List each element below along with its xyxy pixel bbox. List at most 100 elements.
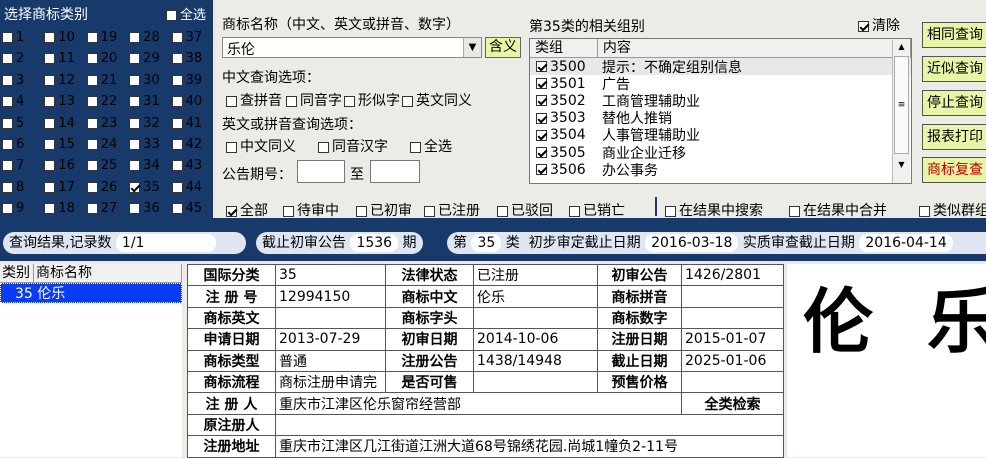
option-cn_options-1[interactable]: 同音字: [286, 93, 342, 109]
class-checkbox-19[interactable]: 19: [86, 27, 129, 48]
class-checkbox-4[interactable]: 4: [2, 91, 44, 112]
meaning-button[interactable]: 含义: [485, 37, 521, 58]
class-checkbox-10[interactable]: 10: [44, 27, 86, 48]
detail-value: 伦乐: [473, 285, 598, 308]
checkbox-icon: [2, 138, 13, 150]
class-checkbox-5[interactable]: 5: [2, 113, 44, 134]
class-checkbox-42[interactable]: 42: [171, 134, 214, 155]
class-checkbox-31[interactable]: 31: [129, 91, 171, 112]
checkbox-icon: [44, 160, 56, 172]
class-checkbox-23[interactable]: 23: [86, 113, 129, 134]
class-checkbox-7[interactable]: 7: [2, 155, 44, 176]
checkbox-icon: [86, 160, 98, 172]
class-checkbox-43[interactable]: 43: [171, 155, 214, 176]
table-row[interactable]: 3500 提示：不确定组别信息: [530, 58, 911, 76]
class-checkbox-6[interactable]: 6: [2, 134, 44, 155]
class-checkbox-21[interactable]: 21: [86, 70, 129, 91]
trademark-review-button[interactable]: 商标复查: [922, 157, 986, 183]
class-checkbox-32[interactable]: 32: [129, 113, 171, 134]
table-row[interactable]: 3506 办公事务: [530, 161, 911, 179]
result-filter-1[interactable]: 在结果中合并: [789, 200, 887, 220]
class-checkbox-39[interactable]: 39: [171, 70, 214, 91]
similar-search-button[interactable]: 近似查询: [922, 56, 986, 82]
groups-header: 类组 内容: [530, 39, 911, 58]
checkbox-icon: [283, 205, 294, 217]
scroll-thumb[interactable]: ≡: [894, 56, 909, 154]
class-checkbox-22[interactable]: 22: [86, 91, 129, 112]
clear-checkbox[interactable]: 清除: [858, 15, 900, 35]
class-checkbox-29[interactable]: 29: [129, 48, 171, 69]
same-search-button[interactable]: 相同查询: [922, 22, 986, 48]
checkbox-icon: [171, 53, 183, 65]
detail-key: 商标字头: [385, 306, 474, 330]
table-row[interactable]: 3504 人事管理辅助业: [530, 127, 911, 144]
option-cn_options-3[interactable]: 英文同义: [402, 93, 472, 109]
result-filter-2[interactable]: 类似群组: [919, 200, 986, 220]
issue-from-input[interactable]: [297, 160, 345, 183]
table-row[interactable]: 3501 广告: [530, 75, 911, 93]
class-checkbox-28[interactable]: 28: [129, 27, 171, 48]
class-checkbox-24[interactable]: 24: [86, 134, 129, 155]
groups-scrollbar[interactable]: ▲ ≡ ▼: [892, 40, 910, 183]
status-filter-1[interactable]: 待审中: [283, 200, 339, 220]
class-checkbox-41[interactable]: 41: [171, 113, 214, 134]
cn-options: 查拼音 同音字 形似字 英文同义: [226, 90, 472, 110]
class-checkbox-14[interactable]: 14: [44, 113, 86, 134]
checkbox-icon: [129, 181, 141, 193]
class-checkbox-33[interactable]: 33: [129, 134, 171, 155]
group-code: 3503: [530, 110, 598, 126]
group-code: 3504: [530, 127, 598, 143]
option-en_options-1[interactable]: 同音汉字: [318, 139, 388, 155]
detail-row: 注 册 号 12994150 商标中文 伦乐 商标拼音: [187, 285, 784, 308]
class-checkbox-3[interactable]: 3: [2, 70, 44, 91]
status-filter-0[interactable]: 全部: [226, 200, 268, 220]
issue-to-input[interactable]: [370, 160, 420, 183]
class-checkbox-15[interactable]: 15: [44, 134, 86, 155]
class-checkbox-13[interactable]: 13: [44, 91, 86, 112]
table-row[interactable]: 3505 商业企业迁移: [530, 144, 911, 162]
scroll-down-icon[interactable]: ▼: [893, 156, 910, 174]
checkbox-icon: [2, 117, 13, 129]
class-checkbox-2[interactable]: 2: [2, 48, 44, 69]
class-checkbox-16[interactable]: 16: [44, 155, 86, 176]
option-cn_options-2[interactable]: 形似字: [344, 93, 400, 109]
status-filter-5[interactable]: 已销亡: [569, 200, 625, 220]
detail-key: 商标拼音: [597, 285, 682, 308]
all-class-search-button[interactable]: 全类检索: [681, 392, 784, 415]
class-grid: 1 10 19 28 37 2 11 20 29 38 3 12 21 30 39 4 13 22 31 40 5 14 2…: [2, 27, 214, 220]
status-filter-2[interactable]: 已初审: [356, 200, 412, 220]
checkbox-icon: [536, 95, 547, 107]
chevron-down-icon[interactable]: ▼: [463, 38, 481, 57]
option-cn_options-0[interactable]: 查拼音: [226, 93, 282, 109]
status-filter-4[interactable]: 已驳回: [497, 200, 553, 220]
class-checkbox-37[interactable]: 37: [171, 27, 214, 48]
table-row[interactable]: 3502 工商管理辅助业: [530, 92, 911, 110]
checkbox-icon: [129, 117, 141, 129]
name-combobox[interactable]: 乐伦: [222, 37, 482, 58]
list-item[interactable]: 35 伦乐: [0, 283, 182, 303]
checkbox-icon: [86, 53, 98, 65]
report-print-button[interactable]: 报表打印: [922, 124, 986, 150]
class-checkbox-40[interactable]: 40: [171, 91, 214, 112]
class-checkbox-12[interactable]: 12: [44, 70, 86, 91]
class-checkbox-30[interactable]: 30: [129, 70, 171, 91]
class-checkbox-34[interactable]: 34: [129, 155, 171, 176]
checkbox-icon: [129, 74, 141, 86]
table-row[interactable]: 3503 替他人推销: [530, 110, 911, 127]
status-filter-3[interactable]: 已注册: [424, 200, 480, 220]
checkbox-icon: [536, 112, 547, 124]
scroll-up-icon[interactable]: ▲: [893, 40, 910, 54]
class-checkbox-11[interactable]: 11: [44, 48, 86, 69]
class-checkbox-25[interactable]: 25: [86, 155, 129, 176]
class-checkbox-38[interactable]: 38: [171, 48, 214, 69]
class-checkbox-1[interactable]: 1: [2, 27, 44, 48]
detail-key: 商标流程: [187, 370, 276, 394]
select-all-checkbox[interactable]: 全选: [166, 4, 206, 23]
stop-search-button[interactable]: 停止查询: [922, 90, 986, 116]
class-checkbox-20[interactable]: 20: [86, 48, 129, 69]
option-en_options-2[interactable]: 全选: [410, 139, 452, 155]
option-en_options-0[interactable]: 中文同义: [226, 139, 296, 155]
result-filter-0[interactable]: 在结果中搜索: [665, 200, 763, 220]
class-date-pill: 第 35 类 初步审定截止日期 2016-03-18 实质审查截止日期 2016…: [447, 232, 986, 254]
detail-value: 12994150: [275, 285, 386, 308]
